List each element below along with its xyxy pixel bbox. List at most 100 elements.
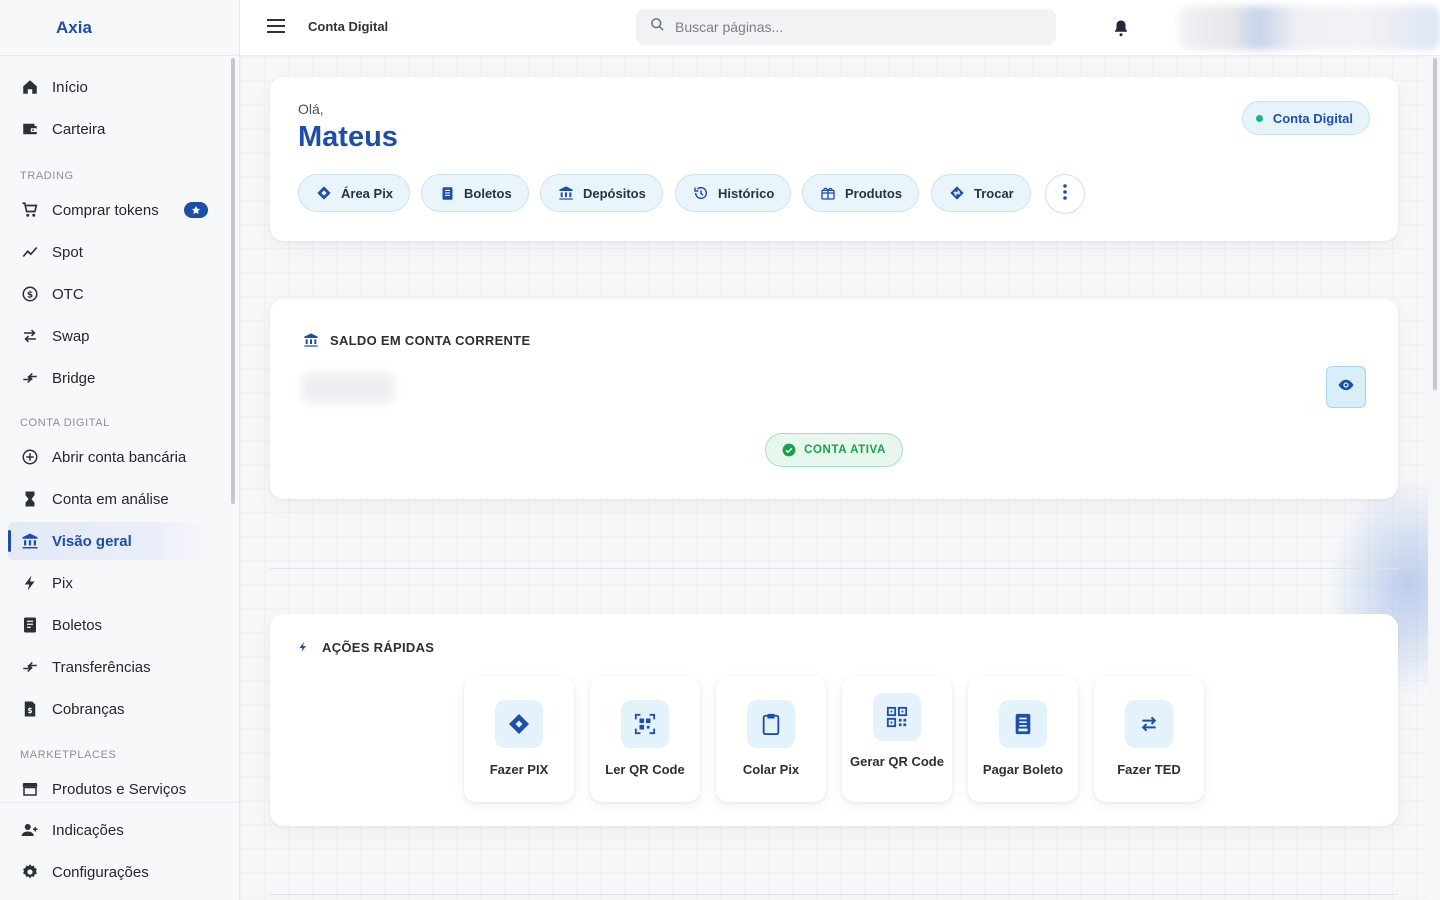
sidebar-item-produtos-servicos[interactable]: Produtos e Serviços [8, 770, 212, 802]
sidebar-item-label: Abrir conta bancária [52, 448, 187, 466]
sidebar-item-label: Comprar tokens [52, 201, 159, 219]
quick-actions-title: AÇÕES RÁPIDAS [294, 638, 434, 656]
chip-label: Boletos [464, 185, 512, 201]
chip-produtos[interactable]: Produtos [802, 174, 920, 212]
quick-action-label: Fazer PIX [489, 762, 549, 777]
sidebar-item-label: Indicações [52, 821, 124, 839]
quick-action-ler-qr-code[interactable]: Ler QR Code [590, 676, 700, 802]
balance-title-label: SALDO EM CONTA CORRENTE [330, 332, 531, 348]
hourglass-icon [20, 489, 40, 509]
top-header: Conta Digital [240, 0, 1440, 56]
toggle-balance-visibility-button[interactable] [1326, 366, 1366, 408]
notifications-bell-icon[interactable] [1112, 18, 1132, 38]
sidebar-scrollbar[interactable] [230, 58, 236, 504]
sidebar-item-label: Transferências [52, 658, 151, 676]
chip-boletos[interactable]: Boletos [421, 174, 529, 212]
sidebar-item-configuracoes[interactable]: Configurações [8, 853, 212, 891]
sidebar-item-visao-geral[interactable]: Visão geral [8, 522, 212, 560]
transfer-icon [20, 657, 40, 677]
user-add-icon [20, 820, 40, 840]
quick-action-fazer-ted[interactable]: Fazer TED [1094, 676, 1204, 802]
chip-historico[interactable]: Histórico [675, 174, 792, 212]
welcome-card: Olá, Mateus Conta Digital Área Pix Bolet… [270, 77, 1398, 241]
history-icon [692, 184, 710, 202]
sidebar-item-cobrancas[interactable]: $ Cobranças [8, 690, 212, 728]
sidebar-item-label: Swap [52, 327, 90, 345]
search-box[interactable] [636, 9, 1056, 45]
hidden-balance-value [302, 373, 394, 403]
sidebar-item-inicio[interactable]: Início [8, 68, 212, 106]
hamburger-icon [267, 18, 285, 38]
trend-icon [20, 242, 40, 262]
quick-action-label: Pagar Boleto [982, 762, 1064, 777]
sidebar-item-label: Conta em análise [52, 490, 169, 508]
main-scrollbar[interactable] [1432, 58, 1438, 390]
sidebar-item-transferencias[interactable]: Transferências [8, 648, 212, 686]
user-name: Mateus [298, 121, 398, 153]
search-input[interactable] [675, 19, 1035, 35]
chip-label: Histórico [718, 185, 775, 201]
section-title-marketplaces: MARKETPLACES [20, 749, 117, 761]
sidebar-scrollbar-thumb[interactable] [231, 58, 235, 504]
balance-title: SALDO EM CONTA CORRENTE [302, 331, 530, 349]
user-profile-menu[interactable] [1180, 6, 1440, 50]
currency-exchange-icon: $ [20, 284, 40, 304]
invoice-icon: $ [20, 699, 40, 719]
section-divider [270, 568, 1398, 569]
qr-scan-icon [621, 700, 669, 748]
chip-label: Produtos [845, 185, 903, 201]
chip-trocar[interactable]: Trocar [931, 174, 1031, 212]
menu-toggle-button[interactable] [264, 16, 288, 40]
brand-logo[interactable]: Axia [0, 0, 239, 56]
chip-label: Depósitos [583, 185, 646, 201]
sidebar-item-boletos[interactable]: Boletos [8, 606, 212, 644]
sidebar-item-label: Cobranças [52, 700, 125, 718]
balance-card: SALDO EM CONTA CORRENTE CONTA ATIVA [270, 299, 1398, 499]
receipt-icon [999, 700, 1047, 748]
svg-text:$: $ [27, 290, 33, 300]
quick-action-gerar-qr-code[interactable]: Gerar QR Code [842, 676, 952, 802]
receipt-icon [438, 184, 456, 202]
bridge-icon [20, 368, 40, 388]
sidebar-item-comprar-tokens[interactable]: Comprar tokens [8, 191, 212, 229]
sidebar-item-bridge[interactable]: Bridge [8, 359, 212, 397]
sidebar-item-label: Configurações [52, 863, 149, 881]
sidebar-item-label: Spot [52, 243, 83, 261]
chip-area-pix[interactable]: Área Pix [298, 174, 411, 212]
more-options-button[interactable] [1045, 174, 1085, 214]
quick-action-pagar-boleto[interactable]: Pagar Boleto [968, 676, 1078, 802]
sidebar-item-swap[interactable]: Swap [8, 317, 212, 355]
main-content: Olá, Mateus Conta Digital Área Pix Bolet… [240, 56, 1428, 900]
sidebar-footer: Indicações Configurações [0, 802, 239, 900]
sidebar-item-abrir-conta[interactable]: Abrir conta bancária [8, 438, 212, 476]
quick-action-colar-pix[interactable]: Colar Pix [716, 676, 826, 802]
main-scrollbar-thumb[interactable] [1433, 58, 1437, 390]
sidebar-item-pix[interactable]: Pix [8, 564, 212, 602]
more-vertical-icon [1063, 183, 1067, 205]
bank-icon [302, 331, 320, 349]
gear-icon [20, 862, 40, 882]
section-title-trading: TRADING [20, 170, 74, 182]
search-icon [650, 17, 665, 37]
sidebar-item-indicacoes[interactable]: Indicações [8, 811, 212, 849]
page-title: Conta Digital [308, 19, 389, 34]
sidebar-item-conta-analise[interactable]: Conta em análise [8, 480, 212, 518]
chip-label: Trocar [974, 185, 1014, 201]
sidebar-item-spot[interactable]: Spot [8, 233, 212, 271]
star-badge-icon [184, 202, 208, 218]
quick-action-label: Fazer TED [1117, 762, 1181, 777]
section-divider [270, 894, 1398, 895]
sidebar-nav: Início Carteira TRADING Comprar tokens S… [0, 56, 228, 802]
svg-text:$: $ [27, 706, 32, 715]
sidebar-item-carteira[interactable]: Carteira [8, 110, 212, 148]
section-title-conta-digital: CONTA DIGITAL [20, 417, 110, 429]
chip-depositos[interactable]: Depósitos [540, 174, 663, 212]
sidebar-item-label: Carteira [52, 120, 106, 138]
sidebar-item-otc[interactable]: $ OTC [8, 275, 212, 313]
bolt-icon [294, 638, 312, 656]
quick-actions-title-label: AÇÕES RÁPIDAS [322, 639, 435, 655]
account-type-badge[interactable]: Conta Digital [1241, 101, 1370, 135]
sidebar-item-label: Produtos e Serviços [52, 780, 187, 798]
quick-action-fazer-pix[interactable]: Fazer PIX [464, 676, 574, 802]
home-icon [20, 77, 40, 97]
